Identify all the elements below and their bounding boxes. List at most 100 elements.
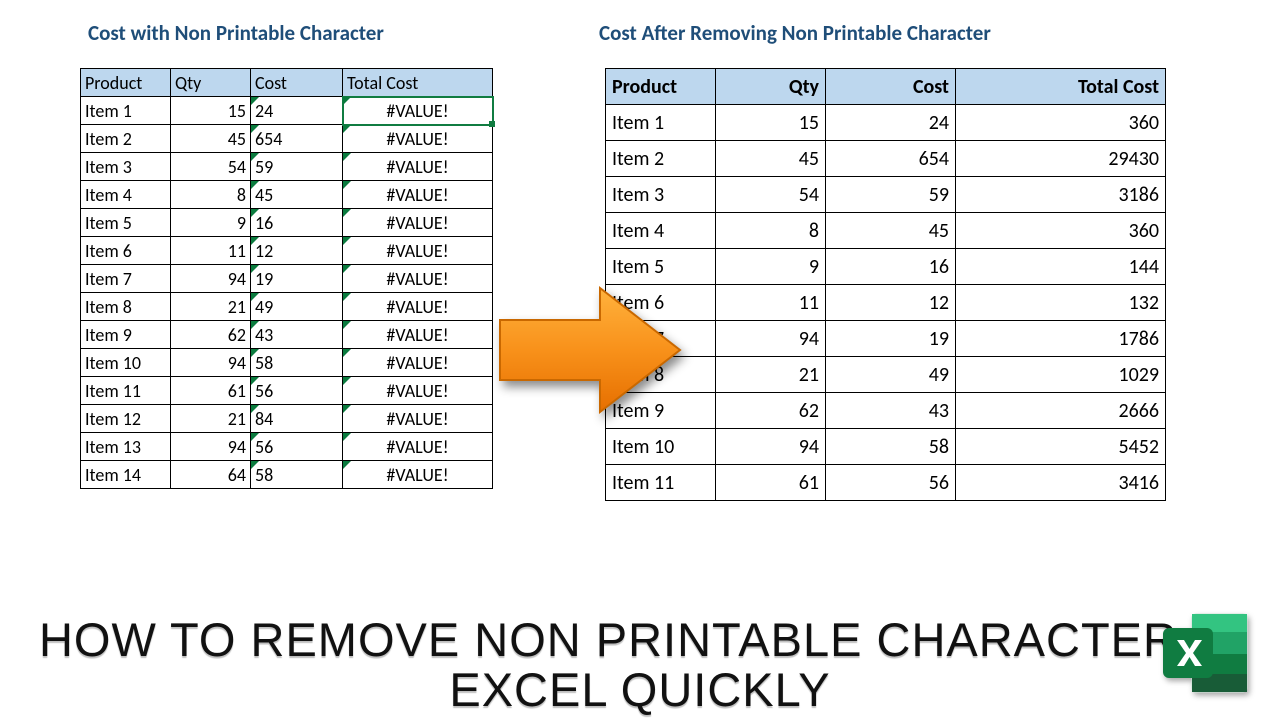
cell-cost[interactable]: 59: [251, 153, 343, 181]
cell-total[interactable]: 3186: [956, 177, 1166, 213]
cell-product[interactable]: Item 3: [81, 153, 171, 181]
cell-product[interactable]: Item 3: [606, 177, 716, 213]
cell-product[interactable]: Item 2: [606, 141, 716, 177]
cell-qty[interactable]: 62: [716, 393, 826, 429]
cell-product[interactable]: Item 11: [606, 465, 716, 501]
cell-qty[interactable]: 11: [171, 237, 251, 265]
cell-qty[interactable]: 11: [716, 285, 826, 321]
cell-cost[interactable]: 56: [251, 377, 343, 405]
cell-qty[interactable]: 15: [716, 105, 826, 141]
cell-total[interactable]: #VALUE!: [343, 377, 493, 405]
cell-total[interactable]: #VALUE!: [343, 349, 493, 377]
cell-cost[interactable]: 654: [826, 141, 956, 177]
cell-product[interactable]: Item 14: [81, 461, 171, 489]
cell-product[interactable]: Item 13: [81, 433, 171, 461]
cell-product[interactable]: Item 4: [606, 213, 716, 249]
cell-cost[interactable]: 24: [826, 105, 956, 141]
right-header-cost[interactable]: Cost: [826, 69, 956, 105]
cell-qty[interactable]: 54: [171, 153, 251, 181]
cell-total[interactable]: #VALUE!: [343, 181, 493, 209]
cell-qty[interactable]: 45: [716, 141, 826, 177]
cell-total[interactable]: #VALUE!: [343, 209, 493, 237]
cell-qty[interactable]: 94: [171, 265, 251, 293]
cell-qty[interactable]: 94: [716, 429, 826, 465]
cell-qty[interactable]: 62: [171, 321, 251, 349]
cell-cost[interactable]: 19: [251, 265, 343, 293]
cell-cost[interactable]: 43: [251, 321, 343, 349]
cell-qty[interactable]: 8: [716, 213, 826, 249]
cell-total[interactable]: 5452: [956, 429, 1166, 465]
cell-cost[interactable]: 58: [251, 461, 343, 489]
cell-product[interactable]: Item 4: [81, 181, 171, 209]
cell-total[interactable]: #VALUE!: [343, 293, 493, 321]
right-header-qty[interactable]: Qty: [716, 69, 826, 105]
right-header-product[interactable]: Product: [606, 69, 716, 105]
cell-qty[interactable]: 94: [171, 349, 251, 377]
cell-total[interactable]: 2666: [956, 393, 1166, 429]
cell-qty[interactable]: 9: [716, 249, 826, 285]
cell-qty[interactable]: 61: [171, 377, 251, 405]
left-header-qty[interactable]: Qty: [171, 69, 251, 97]
cell-total[interactable]: #VALUE!: [343, 265, 493, 293]
cell-qty[interactable]: 45: [171, 125, 251, 153]
cell-cost[interactable]: 654: [251, 125, 343, 153]
cell-total[interactable]: 1786: [956, 321, 1166, 357]
cell-total[interactable]: #VALUE!: [343, 153, 493, 181]
cell-cost[interactable]: 43: [826, 393, 956, 429]
cell-qty[interactable]: 64: [171, 461, 251, 489]
cell-total[interactable]: 360: [956, 213, 1166, 249]
cell-total[interactable]: 132: [956, 285, 1166, 321]
cell-qty[interactable]: 21: [716, 357, 826, 393]
cell-product[interactable]: Item 1: [81, 97, 171, 125]
cell-cost[interactable]: 58: [251, 349, 343, 377]
cell-total[interactable]: 3416: [956, 465, 1166, 501]
cell-product[interactable]: Item 11: [81, 377, 171, 405]
cell-cost[interactable]: 12: [826, 285, 956, 321]
cell-total[interactable]: #VALUE!: [343, 321, 493, 349]
cell-total[interactable]: 144: [956, 249, 1166, 285]
cell-qty[interactable]: 94: [171, 433, 251, 461]
cell-cost[interactable]: 49: [826, 357, 956, 393]
cell-total[interactable]: #VALUE!: [343, 97, 493, 125]
cell-qty[interactable]: 15: [171, 97, 251, 125]
cell-product[interactable]: Item 12: [81, 405, 171, 433]
cell-total[interactable]: #VALUE!: [343, 237, 493, 265]
cell-total[interactable]: 29430: [956, 141, 1166, 177]
cell-product[interactable]: Item 8: [81, 293, 171, 321]
cell-product[interactable]: Item 2: [81, 125, 171, 153]
cell-cost[interactable]: 12: [251, 237, 343, 265]
cell-qty[interactable]: 61: [716, 465, 826, 501]
left-header-product[interactable]: Product: [81, 69, 171, 97]
cell-cost[interactable]: 16: [826, 249, 956, 285]
cell-qty[interactable]: 54: [716, 177, 826, 213]
cell-product[interactable]: Item 5: [81, 209, 171, 237]
cell-cost[interactable]: 56: [251, 433, 343, 461]
cell-cost[interactable]: 45: [826, 213, 956, 249]
cell-qty[interactable]: 21: [171, 293, 251, 321]
cell-cost[interactable]: 56: [826, 465, 956, 501]
cell-product[interactable]: Item 7: [81, 265, 171, 293]
right-header-total[interactable]: Total Cost: [956, 69, 1166, 105]
cell-cost[interactable]: 84: [251, 405, 343, 433]
cell-product[interactable]: Item 1: [606, 105, 716, 141]
cell-total[interactable]: #VALUE!: [343, 461, 493, 489]
cell-cost[interactable]: 19: [826, 321, 956, 357]
cell-product[interactable]: Item 9: [81, 321, 171, 349]
cell-total[interactable]: #VALUE!: [343, 433, 493, 461]
cell-qty[interactable]: 9: [171, 209, 251, 237]
cell-cost[interactable]: 24: [251, 97, 343, 125]
left-header-total[interactable]: Total Cost: [343, 69, 493, 97]
cell-product[interactable]: Item 6: [81, 237, 171, 265]
cell-cost[interactable]: 49: [251, 293, 343, 321]
cell-product[interactable]: Item 10: [81, 349, 171, 377]
cell-qty[interactable]: 94: [716, 321, 826, 357]
cell-cost[interactable]: 59: [826, 177, 956, 213]
cell-qty[interactable]: 8: [171, 181, 251, 209]
cell-cost[interactable]: 45: [251, 181, 343, 209]
cell-product[interactable]: Item 10: [606, 429, 716, 465]
cell-total[interactable]: #VALUE!: [343, 405, 493, 433]
cell-qty[interactable]: 21: [171, 405, 251, 433]
cell-cost[interactable]: 16: [251, 209, 343, 237]
cell-total[interactable]: #VALUE!: [343, 125, 493, 153]
cell-total[interactable]: 1029: [956, 357, 1166, 393]
